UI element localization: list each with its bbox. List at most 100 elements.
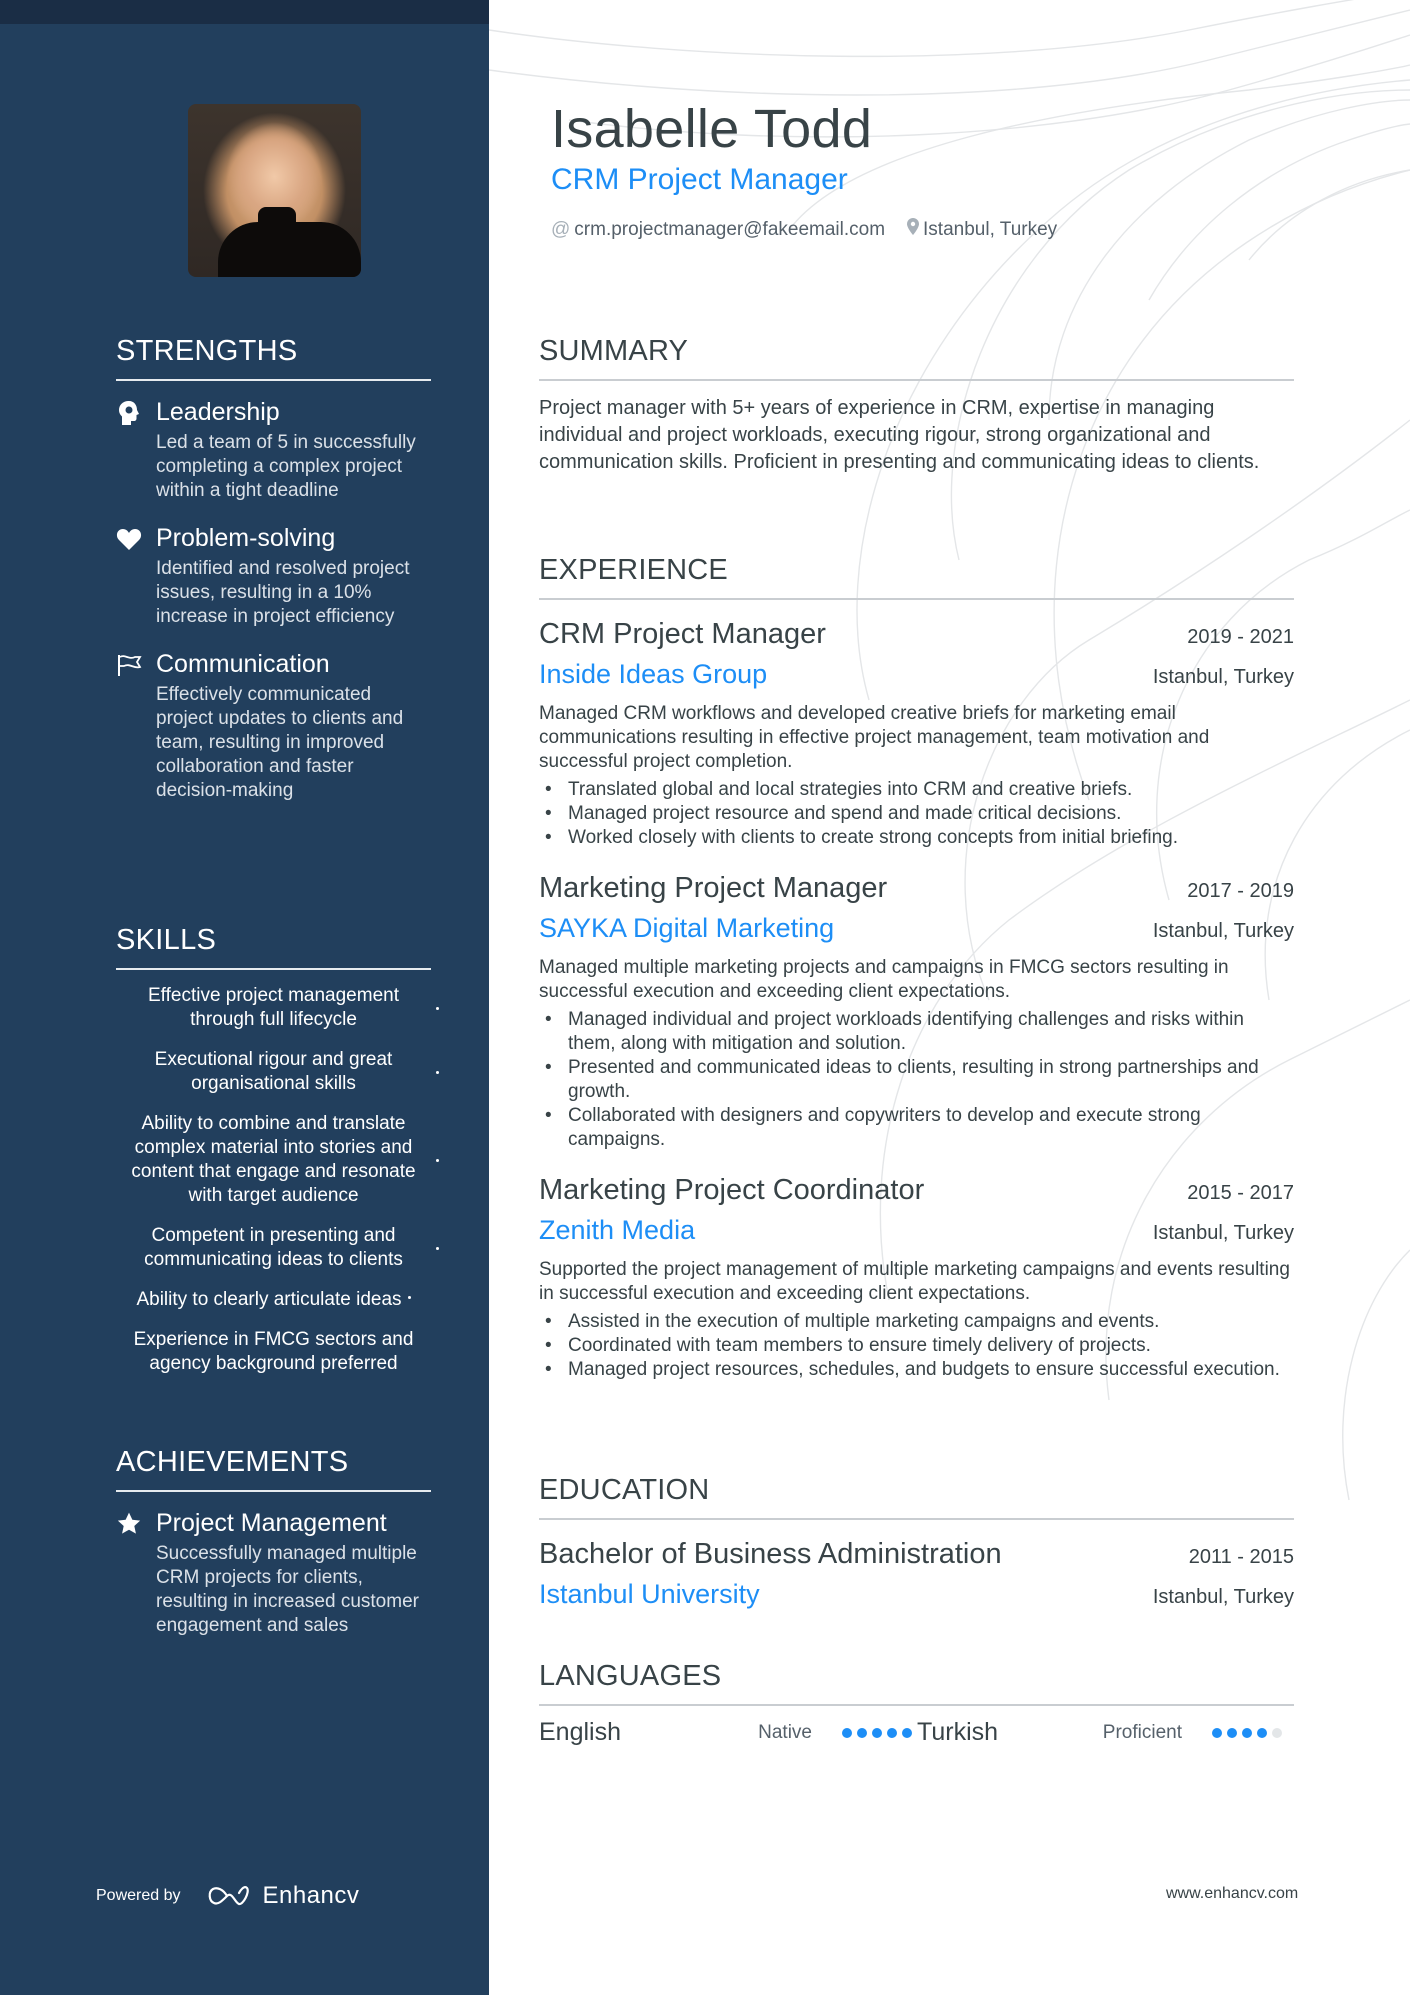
summary-text: Project manager with 5+ years of experie… [539,397,1260,473]
school-name: Istanbul University [539,1579,760,1609]
strength-item: Communication Effectively communicated p… [116,647,431,803]
language-item: English Native [539,1718,917,1747]
divider [539,379,1294,381]
separator-dot [436,1071,439,1074]
strength-title: Problem-solving [156,524,336,552]
skill-item: Ability to combine and translate complex… [116,1112,439,1208]
separator-dot [407,1296,411,1300]
experience-entry: Marketing Project Coordinator 2015 - 201… [539,1170,1294,1382]
candidate-name: Isabelle Todd [551,99,873,159]
strengths-title: STRENGTHS [116,335,298,367]
achievement-item: Project Management Successfully managed … [116,1506,431,1638]
divider [539,598,1294,600]
language-name: English [539,1718,621,1746]
divider [116,968,431,970]
achievements-title: ACHIEVEMENTS [116,1446,349,1478]
strength-desc: Identified and resolved project issues, … [156,558,410,627]
skill-item: Competent in presenting and communicatin… [116,1224,439,1272]
skill-item: Executional rigour and great organisatio… [116,1048,439,1096]
company-name: Zenith Media [539,1215,696,1245]
language-level: Proficient [1102,1721,1182,1743]
education-title: EDUCATION [539,1474,710,1506]
powered-by: Powered by Enhancv [96,1882,359,1910]
company-name: SAYKA Digital Marketing [539,913,835,943]
contact-info: @ crm.projectmanager@fakeemail.com Istan… [551,218,1079,241]
job-title: CRM Project Manager [539,618,826,650]
job-location: Istanbul, Turkey [1152,920,1294,942]
bullet-item: Presented and communicated ideas to clie… [539,1056,1294,1104]
job-dates: 2019 - 2021 [1187,626,1294,648]
language-level: Native [758,1721,812,1743]
experience-entry: CRM Project Manager 2019 - 2021 Inside I… [539,614,1294,850]
strength-item: Leadership Led a team of 5 in successful… [116,395,431,503]
job-description: Managed CRM workflows and developed crea… [539,703,1210,772]
divider [539,1704,1294,1706]
divider [539,1518,1294,1520]
education-location: Istanbul, Turkey [1152,1586,1294,1608]
bullet-item: Managed project resources, schedules, an… [539,1358,1294,1382]
job-bullets: Assisted in the execution of multiple ma… [539,1310,1294,1382]
email-contact[interactable]: @ crm.projectmanager@fakeemail.com [551,219,885,241]
rating-dot-filled [842,1727,852,1738]
skills-section: SKILLS Effective project management thro… [116,922,439,1392]
achievement-desc: Successfully managed multiple CRM projec… [156,1543,419,1636]
skills-title: SKILLS [116,924,217,956]
divider [116,379,431,381]
enhancv-logo-icon [208,1886,249,1906]
job-location: Istanbul, Turkey [1152,1222,1294,1244]
separator-dot [436,1247,439,1250]
rating-dot-filled [872,1727,882,1738]
job-dates: 2017 - 2019 [1187,880,1294,902]
location-text: Istanbul, Turkey [923,218,1058,240]
rating-dot-filled [1227,1727,1237,1738]
head-icon [116,400,142,426]
strength-title: Leadership [156,398,280,426]
languages-title: LANGUAGES [539,1660,722,1692]
job-description: Supported the project management of mult… [539,1259,1290,1304]
email-text: crm.projectmanager@fakeemail.com [574,218,886,240]
strength-title: Communication [156,650,330,678]
languages-section: LANGUAGES English Native Turkish Profici… [539,1658,1294,1747]
job-dates: 2015 - 2017 [1187,1182,1294,1204]
strength-desc: Led a team of 5 in successfully completi… [156,432,416,501]
language-rating [1212,1727,1287,1738]
job-title: Marketing Project Manager [539,872,888,904]
rating-dot-filled [1257,1727,1267,1738]
language-name: Turkish [917,1718,999,1746]
skill-item: Experience in FMCG sectors and agency ba… [133,1329,414,1374]
heart-icon [116,526,142,552]
experience-section: EXPERIENCE CRM Project Manager 2019 - 20… [539,552,1294,1382]
language-rating [842,1727,917,1738]
rating-dot-filled [857,1727,867,1738]
achievements-section: ACHIEVEMENTS Project Management Successf… [116,1444,431,1638]
rating-dot-filled [887,1727,897,1738]
rating-dot-filled [1242,1727,1252,1738]
divider [116,1490,431,1492]
enhancv-logo[interactable]: Enhancv [207,1882,360,1910]
strength-item: Problem-solving Identified and resolved … [116,521,431,629]
company-name: Inside Ideas Group [539,659,768,689]
education-entry: Bachelor of Business Administration 2011… [539,1534,1294,1614]
location-contact: Istanbul, Turkey [907,218,1057,241]
job-title: Marketing Project Coordinator [539,1174,925,1206]
bullet-item: Collaborated with designers and copywrit… [539,1104,1294,1152]
skill-item: Effective project management through ful… [116,984,439,1032]
footer-url[interactable]: www.enhancv.com [1166,1885,1298,1903]
candidate-title: CRM Project Manager [551,163,848,196]
job-bullets: Translated global and local strategies i… [539,778,1294,850]
education-dates: 2011 - 2015 [1188,1546,1294,1568]
bullet-item: Managed individual and project workloads… [539,1008,1294,1056]
education-section: EDUCATION Bachelor of Business Administr… [539,1472,1294,1614]
bullet-item: Managed project resource and spend and m… [539,802,1294,826]
sidebar: STRENGTHS Leadership Led a team of 5 in … [0,0,489,1995]
job-location: Istanbul, Turkey [1152,666,1294,688]
sidebar-top-bar [0,0,489,24]
strengths-section: STRENGTHS Leadership Led a team of 5 in … [116,333,431,803]
strength-desc: Effectively communicated project updates… [156,684,404,801]
enhancv-brand: Enhancv [262,1882,360,1909]
bullet-item: Coordinated with team members to ensure … [539,1334,1294,1358]
map-pin-icon [907,218,920,241]
separator-dot [436,1159,439,1162]
rating-dot-empty [1272,1727,1282,1738]
language-item: Turkish Proficient [917,1718,1294,1747]
